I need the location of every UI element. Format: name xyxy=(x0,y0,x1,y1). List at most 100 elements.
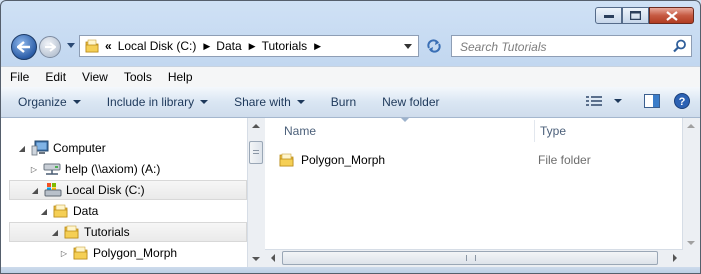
help-icon: ? xyxy=(674,93,690,109)
command-bar: Organize Include in library Share with B… xyxy=(1,87,700,118)
back-arrow-icon xyxy=(17,41,30,53)
change-view-button[interactable] xyxy=(586,95,622,107)
menu-bar: File Edit View Tools Help xyxy=(1,66,700,87)
search-box[interactable] xyxy=(451,35,692,57)
scroll-left-arrow[interactable] xyxy=(271,254,275,262)
menu-file[interactable]: File xyxy=(1,70,37,84)
file-row[interactable]: Polygon_Morph File folder xyxy=(279,149,670,171)
tree-item-polygon-morph[interactable]: ▷ Polygon_Morph xyxy=(59,243,177,263)
expand-arrow-icon[interactable]: ▷ xyxy=(59,249,69,258)
scroll-down-arrow[interactable] xyxy=(252,257,260,261)
details-view-icon xyxy=(586,96,602,106)
sort-indicator-icon xyxy=(401,118,409,122)
file-list-horizontal-scrollbar[interactable] xyxy=(265,249,683,267)
forward-arrow-icon xyxy=(45,42,56,52)
chevron-right-icon[interactable]: ▶ xyxy=(203,41,210,52)
content-area: ◢ Computer ▷ help (\\axiom) (A:) ◢ Local… xyxy=(1,118,700,273)
address-dropdown-arrow[interactable] xyxy=(404,44,412,49)
scroll-up-arrow[interactable] xyxy=(252,124,260,128)
tree-item-data[interactable]: ◢ Data xyxy=(39,201,98,221)
window-bottom-border xyxy=(1,267,700,273)
minimize-icon xyxy=(603,14,614,18)
maximize-icon xyxy=(630,11,641,20)
scroll-up-arrow[interactable] xyxy=(687,124,695,128)
address-bar[interactable]: « Local Disk (C:) ▶ Data ▶ Tutorials ▶ xyxy=(79,35,419,57)
chevron-right-icon[interactable]: ▶ xyxy=(314,41,321,52)
tree-label: Polygon_Morph xyxy=(93,246,178,260)
preview-pane-icon xyxy=(644,94,660,108)
file-list-pane: Name Type Polygon_Morph File folder xyxy=(265,118,700,267)
tree-label: Computer xyxy=(53,141,106,155)
recent-pages-dropdown[interactable] xyxy=(67,43,75,48)
column-divider[interactable] xyxy=(534,120,535,142)
column-header-name[interactable]: Name xyxy=(284,124,316,138)
folder-icon xyxy=(279,152,295,168)
scroll-right-arrow[interactable] xyxy=(673,254,677,262)
maximize-button[interactable] xyxy=(622,7,649,24)
chevron-down-icon xyxy=(72,100,81,104)
burn-label: Burn xyxy=(330,95,357,109)
tree-label: Data xyxy=(73,204,99,218)
address-segment-local-disk[interactable]: Local Disk (C:) xyxy=(118,39,197,53)
share-with-button[interactable]: Share with xyxy=(217,95,314,109)
navigation-scrollbar[interactable] xyxy=(247,118,265,267)
explorer-window: « Local Disk (C:) ▶ Data ▶ Tutorials ▶ F… xyxy=(0,0,701,274)
menu-help[interactable]: Help xyxy=(160,70,201,84)
address-segment-tutorials[interactable]: Tutorials xyxy=(262,39,308,53)
scroll-thumb[interactable] xyxy=(282,251,658,265)
tree-item-tutorials[interactable]: ◢ Tutorials xyxy=(9,222,247,242)
collapse-arrow-icon[interactable]: ◢ xyxy=(30,186,40,195)
organize-label: Organize xyxy=(18,95,67,109)
address-overflow[interactable]: « xyxy=(105,39,112,53)
back-button[interactable] xyxy=(11,34,37,60)
menu-tools[interactable]: Tools xyxy=(116,70,160,84)
tree-item-local-disk[interactable]: ◢ Local Disk (C:) xyxy=(9,180,247,200)
svg-text:?: ? xyxy=(679,96,686,108)
menu-edit[interactable]: Edit xyxy=(37,70,74,84)
navigation-bar: « Local Disk (C:) ▶ Data ▶ Tutorials ▶ xyxy=(9,34,692,60)
scroll-thumb[interactable] xyxy=(249,141,263,164)
preview-pane-button[interactable] xyxy=(644,94,660,108)
include-in-library-button[interactable]: Include in library xyxy=(90,95,217,109)
share-with-label: Share with xyxy=(234,95,291,109)
navigation-pane: ◢ Computer ▷ help (\\axiom) (A:) ◢ Local… xyxy=(9,118,247,267)
search-icon[interactable] xyxy=(673,39,687,56)
new-folder-button[interactable]: New folder xyxy=(365,95,448,109)
collapse-arrow-icon[interactable]: ◢ xyxy=(17,144,27,153)
help-button[interactable]: ? xyxy=(674,93,690,109)
menu-view[interactable]: View xyxy=(74,70,116,84)
organize-button[interactable]: Organize xyxy=(1,95,90,109)
close-button[interactable] xyxy=(649,7,694,24)
file-list-vertical-scrollbar[interactable] xyxy=(682,118,700,250)
collapse-arrow-icon[interactable]: ◢ xyxy=(39,207,49,216)
folder-icon xyxy=(85,39,99,53)
folder-icon xyxy=(73,245,89,261)
column-header-type[interactable]: Type xyxy=(540,124,566,138)
scroll-down-arrow[interactable] xyxy=(687,241,695,245)
search-input[interactable] xyxy=(458,37,662,57)
file-name: Polygon_Morph xyxy=(301,153,386,167)
computer-icon xyxy=(31,140,49,156)
include-in-library-label: Include in library xyxy=(106,95,195,109)
chevron-right-icon[interactable]: ▶ xyxy=(249,41,256,52)
forward-button[interactable] xyxy=(39,36,61,58)
caption-buttons xyxy=(595,7,694,24)
address-segment-data[interactable]: Data xyxy=(216,39,241,53)
file-type: File folder xyxy=(538,153,591,167)
tree-label: help (\\axiom) (A:) xyxy=(65,162,161,176)
new-folder-label: New folder xyxy=(382,95,440,109)
refresh-button[interactable] xyxy=(421,35,447,57)
tree-item-computer[interactable]: ◢ Computer xyxy=(17,138,106,158)
minimize-button[interactable] xyxy=(595,7,622,24)
tree-label: Local Disk (C:) xyxy=(66,183,145,197)
chevron-down-icon xyxy=(614,99,622,103)
expand-arrow-icon[interactable]: ▷ xyxy=(29,165,39,174)
burn-button[interactable]: Burn xyxy=(314,95,365,109)
chevron-down-icon xyxy=(296,100,305,104)
tree-item-network-drive[interactable]: ▷ help (\\axiom) (A:) xyxy=(29,159,160,179)
collapse-arrow-icon[interactable]: ◢ xyxy=(50,228,60,237)
folder-icon xyxy=(53,203,69,219)
column-header-row: Name Type xyxy=(265,118,700,144)
folder-icon xyxy=(64,224,80,240)
tree-label: Tutorials xyxy=(84,225,130,239)
